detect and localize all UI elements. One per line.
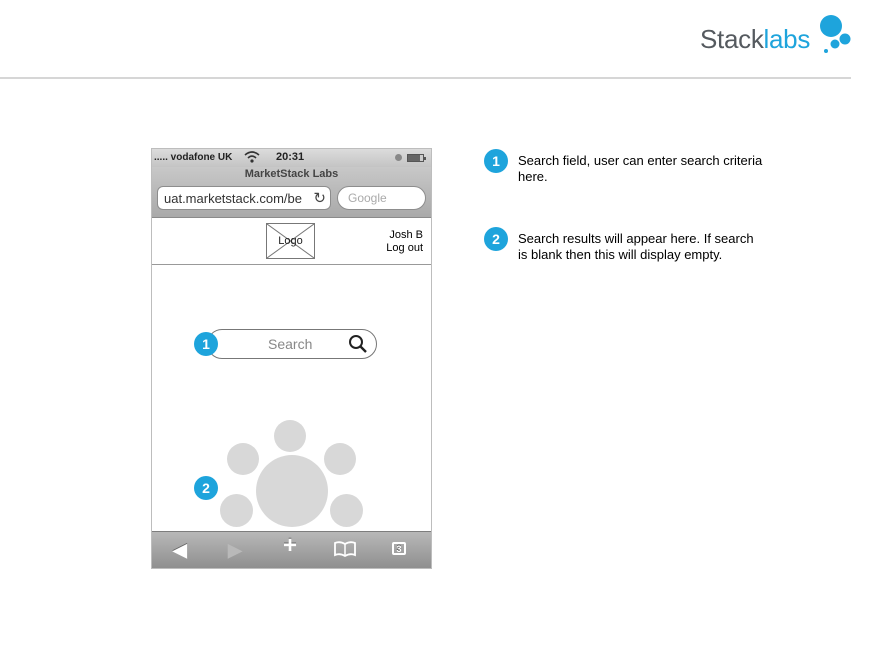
browser-search-placeholder: Google	[348, 191, 387, 205]
logout-link[interactable]: Log out	[386, 242, 423, 255]
spinner-dot	[274, 420, 306, 452]
app-header: Logo Josh B Log out	[152, 218, 431, 265]
spinner-dot-large	[256, 455, 328, 527]
brand-wordmark: Stacklabs	[700, 24, 811, 54]
browser-toolbar: ◀ ▶ + 3	[152, 531, 431, 568]
callout-badge-1: 1	[194, 332, 218, 356]
browser-search-input[interactable]: Google	[337, 186, 426, 210]
logo-placeholder[interactable]: Logo	[266, 223, 315, 259]
spinner-dot	[324, 443, 356, 475]
note-badge: 2	[484, 227, 508, 251]
browser-chrome: MarketStack Labs uat.marketstack.com/be …	[152, 167, 431, 218]
phone-mockup: ..... vodafone UK 20:31 MarketStack Labs…	[151, 148, 432, 569]
brand-logo: Stacklabs	[700, 14, 860, 60]
callout-badge-2: 2	[194, 476, 218, 500]
carrier-label: ..... vodafone UK	[154, 152, 233, 163]
note-badge: 1	[484, 149, 508, 173]
page-title: MarketStack Labs	[244, 168, 339, 180]
header-divider	[0, 77, 851, 79]
url-text: uat.marketstack.com/be	[164, 191, 302, 206]
address-bar[interactable]: uat.marketstack.com/be ↻	[157, 186, 331, 210]
battery-icon	[407, 154, 426, 162]
book-icon[interactable]	[334, 541, 356, 557]
spinner-dot	[227, 443, 259, 475]
spinner-dot	[220, 494, 253, 527]
back-arrow-icon[interactable]: ◀	[173, 540, 187, 560]
note-text: Search field, user can enter search crit…	[518, 153, 763, 184]
logo-label: Logo	[278, 235, 303, 247]
status-bar: ..... vodafone UK 20:31	[152, 149, 431, 167]
forward-arrow-icon[interactable]: ▶	[228, 540, 242, 560]
search-placeholder: Search	[268, 336, 313, 352]
magnifier-icon[interactable]	[348, 334, 368, 354]
user-menu: Josh B Log out	[386, 229, 423, 255]
reload-icon[interactable]: ↻	[313, 189, 326, 207]
annotation-notes: 1 Search field, user can enter search cr…	[484, 149, 784, 262]
note-item: 1 Search field, user can enter search cr…	[484, 149, 784, 227]
tabs-count: 3	[392, 542, 406, 555]
orientation-lock-icon	[395, 154, 402, 161]
clock-time: 20:31	[276, 151, 305, 163]
user-name: Josh B	[389, 229, 423, 241]
search-field[interactable]: Search	[207, 329, 377, 359]
tabs-icon[interactable]: 3	[392, 542, 406, 555]
note-text: Search results will appear here. If sear…	[518, 231, 754, 262]
spinner-dot	[330, 494, 363, 527]
bubbles-logo-icon	[820, 15, 851, 53]
plus-icon[interactable]: +	[283, 534, 297, 558]
wifi-icon	[244, 151, 260, 163]
